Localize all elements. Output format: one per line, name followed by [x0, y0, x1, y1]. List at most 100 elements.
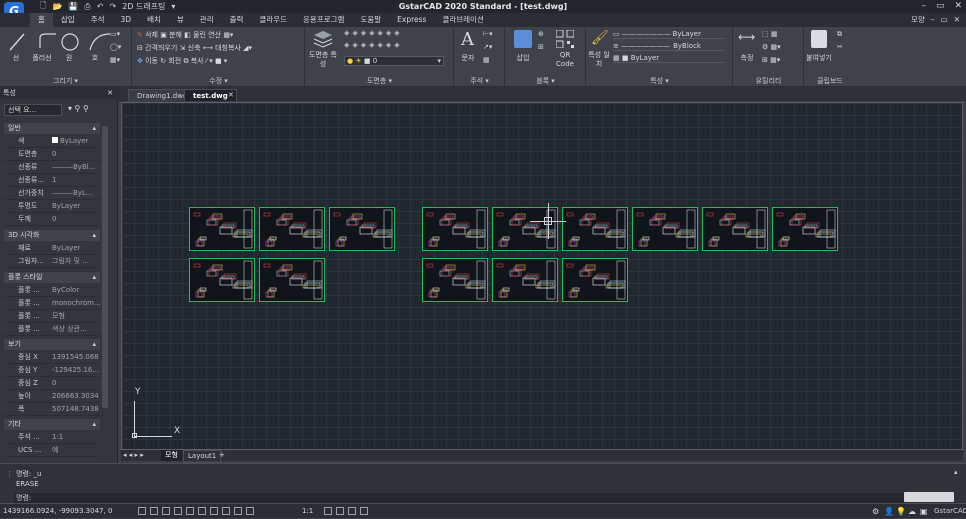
arc-button[interactable]: 호 [84, 53, 106, 63]
quick-select-icons[interactable]: ▾ ⚲ ⚲ [68, 104, 89, 113]
prop-row[interactable]: 플롯 ... 모형 [4, 310, 100, 323]
tab-express[interactable]: Express [389, 13, 434, 27]
prop-row[interactable]: 높이 206663.3034 [4, 390, 100, 403]
clean-screen-icon[interactable]: ▣ [920, 504, 928, 519]
annotation-visibility-icon[interactable] [324, 507, 332, 515]
tab-annotate[interactable]: 주석 [83, 13, 113, 27]
tab-close-icon[interactable]: ✕ [228, 89, 234, 101]
workspace-selector[interactable]: 2D 드래프팅 [122, 1, 165, 12]
lightbulb-icon[interactable]: 💡 [896, 504, 906, 519]
tab-collaboration[interactable]: 클라브레이션 [434, 13, 491, 27]
layer-dropdown[interactable]: ● ☀ ■ 0 ▾ [344, 56, 444, 66]
prop-row[interactable]: 플롯 ... 색상 상관... [4, 323, 100, 336]
annotation-group-label[interactable]: 주석 ▾ [455, 76, 504, 86]
prop-row[interactable]: 도면층 0 [4, 148, 100, 161]
prop-row[interactable]: 선가중치 ———ByL... [4, 187, 100, 200]
polyline-button[interactable]: 폴리선 [26, 53, 58, 63]
copy-clip-icon[interactable]: ⧉ [837, 30, 842, 39]
table-icon[interactable]: ▦ [483, 56, 490, 64]
appearance-menu[interactable]: 모양 [911, 13, 925, 27]
measure-button[interactable]: 측정 [736, 53, 758, 63]
scale-icon[interactable]: ⁄ ▾ ■ ▾ [206, 57, 228, 65]
selection-cycling-icon[interactable] [234, 507, 242, 515]
match-properties-button[interactable]: 특성 일치 [587, 51, 611, 69]
fillet-icon[interactable]: ◢▾ [243, 44, 252, 52]
section-misc[interactable]: 기타 ▴ [4, 419, 100, 430]
select-all-icon[interactable]: ⬚ ▦ [762, 30, 777, 38]
quick-select-icon[interactable]: ⚙ ▦▾ [762, 43, 781, 51]
prop-row[interactable]: 선종류 ———ByBl... [4, 161, 100, 174]
drawing-sheet[interactable] [189, 258, 255, 302]
redo-icon[interactable]: ↷ [109, 2, 116, 11]
prop-row[interactable]: 중심 X 1391545.068 [4, 351, 100, 364]
snap-tracking-icon[interactable] [198, 507, 206, 515]
prop-row[interactable]: 두께 0 [4, 213, 100, 226]
command-input[interactable]: 명령: [14, 493, 904, 503]
prop-row[interactable]: 중심 Y -129425.16... [4, 364, 100, 377]
layout-nav-arrows[interactable]: ◂ ◂ ▸ ▸ [123, 450, 144, 461]
doc-close-button[interactable]: ✕ [954, 13, 960, 27]
prop-row[interactable]: 주석 ... 1:1 [4, 431, 100, 444]
palette-close-icon[interactable]: ✕ [107, 87, 113, 99]
drawing-canvas[interactable]: Y X [121, 102, 963, 450]
cloud-icon[interactable]: ☁ [908, 504, 916, 519]
move-button[interactable]: 이동 [145, 57, 158, 65]
prop-row[interactable]: UCS ... 예 [4, 444, 100, 457]
drawing-sheet[interactable] [259, 207, 325, 251]
insert-block-button[interactable]: 삽입 [510, 53, 536, 63]
color-dropdown[interactable]: ▭ ——————— ByLayer [613, 30, 725, 39]
stretch-button[interactable]: 신축 [188, 44, 201, 52]
tab-apps[interactable]: 응용프로그램 [295, 13, 352, 27]
prop-row[interactable]: 선종류... 1 [4, 174, 100, 187]
modify-group-label[interactable]: 수정 ▾ [133, 76, 304, 86]
offset-button[interactable]: 간격띄우기 [145, 44, 177, 52]
plotstyle-dropdown[interactable]: ▦ ■ ByLayer [613, 54, 725, 63]
transparency-icon[interactable] [222, 507, 230, 515]
drawing-sheet[interactable] [702, 207, 768, 251]
command-scroll-up-icon[interactable]: ▴ [954, 468, 958, 476]
command-scrollbar[interactable] [904, 492, 954, 502]
drawing-sheet[interactable] [422, 207, 488, 251]
layer-properties-button[interactable]: 도면층 특성 [306, 51, 340, 69]
tab-home[interactable]: 홈 [30, 13, 53, 27]
prop-row[interactable]: 플롯 ... monochrom... [4, 297, 100, 310]
save-icon[interactable]: 💾 [68, 2, 78, 11]
prop-row[interactable]: 플롯 ... ByColor [4, 284, 100, 297]
ortho-mode-icon[interactable] [162, 507, 170, 515]
prop-row[interactable]: 폭 507148.7438 [4, 403, 100, 416]
grid-mode-icon[interactable] [138, 507, 146, 515]
cut-icon[interactable]: ✂ [837, 43, 843, 51]
section-3d-visualization[interactable]: 3D 시각화 ▴ [4, 230, 100, 241]
leader-icon[interactable]: ↗▾ [483, 43, 492, 51]
undo-icon[interactable]: ↶ [97, 2, 104, 11]
collapse-icon[interactable]: ▴ [92, 230, 96, 241]
drawing-sheet[interactable] [492, 258, 558, 302]
layer-tools-icons[interactable]: ◈◈◈◈◈◈◈ [344, 29, 403, 37]
prop-row[interactable]: 재료 ByLayer [4, 242, 100, 255]
minimize-button[interactable]: – [921, 0, 926, 13]
add-layout-icon[interactable]: + [219, 450, 225, 461]
tab-3d[interactable]: 3D [113, 13, 140, 27]
tab-help[interactable]: 도움말 [352, 13, 389, 27]
mirror-button[interactable]: 대칭복사 [215, 44, 241, 52]
polar-tracking-icon[interactable] [174, 507, 182, 515]
user-icon[interactable]: 👤 [884, 504, 894, 519]
tab-layout[interactable]: 배치 [139, 13, 169, 27]
drawing-sheet[interactable] [259, 258, 325, 302]
isolate-icon[interactable] [360, 507, 368, 515]
line-button[interactable]: 선 [6, 53, 26, 63]
workspace-icon[interactable] [348, 507, 356, 515]
snap-mode-icon[interactable] [150, 507, 158, 515]
text-button[interactable]: 문자 [457, 53, 479, 63]
print-icon[interactable]: ⎙ [84, 2, 90, 12]
tab-view[interactable]: 뷰 [169, 13, 192, 27]
drawing-sheet[interactable] [562, 207, 628, 251]
ellipse-icon[interactable]: ◯▾ [110, 43, 121, 51]
id-point-icon[interactable]: ⊞ ▦▾ [762, 56, 780, 64]
collapse-icon[interactable]: ▴ [92, 339, 96, 350]
drawing-sheet[interactable] [632, 207, 698, 251]
boolean-button[interactable]: 물린 연산 [193, 31, 221, 39]
coordinate-readout[interactable]: 1439166.0924, -99093.3047, 0 [3, 504, 112, 519]
annotation-scale[interactable]: 1:1 [302, 504, 313, 519]
close-button[interactable]: ✕ [954, 0, 962, 13]
